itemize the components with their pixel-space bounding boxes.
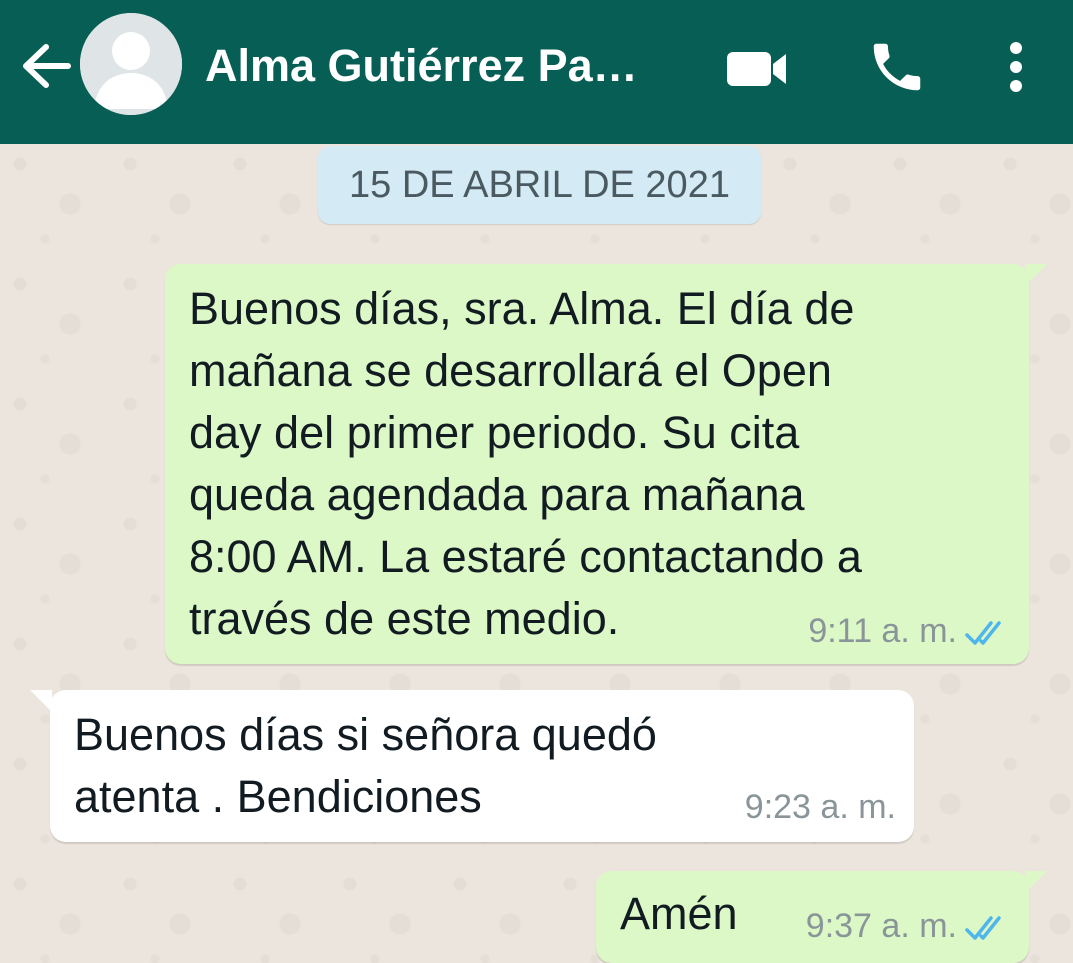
- video-camera-icon: [727, 52, 786, 86]
- message-line: través de este medio.: [189, 593, 620, 644]
- date-separator: 15 DE ABRIL DE 2021: [318, 146, 761, 224]
- read-double-check-icon: [965, 621, 1001, 645]
- bubble-tail: [1025, 871, 1047, 893]
- bubble-tail: [1025, 264, 1047, 286]
- message-bubble-incoming[interactable]: Buenos días si señora quedó atenta . Ben…: [30, 690, 914, 842]
- voice-call-button[interactable]: [866, 36, 928, 98]
- back-button[interactable]: [18, 36, 74, 96]
- message-meta: 9:11 a. m.: [808, 612, 1011, 651]
- message-time: 9:11 a. m.: [808, 612, 957, 650]
- message-text: Buenos días, sra. Alma. El día de mañana…: [189, 278, 862, 650]
- message-line: mañana se desarrollará el Open: [189, 345, 832, 396]
- message-line: queda agendada para mañana: [189, 469, 805, 520]
- read-double-check-icon: [965, 916, 1001, 940]
- message-line: atenta . Bendiciones: [74, 771, 482, 822]
- message-line: Buenos días, sra. Alma. El día de: [189, 283, 855, 334]
- message-time: 9:23 a. m.: [744, 788, 896, 826]
- message-line: Amén: [620, 888, 738, 939]
- message-bubble-outgoing[interactable]: Amén 9:37 a. m.: [596, 871, 1047, 963]
- video-call-button[interactable]: [722, 40, 790, 96]
- contact-name[interactable]: Alma Gutiérrez Pa…: [205, 38, 675, 94]
- more-options-button[interactable]: [996, 36, 1036, 98]
- message-text: Buenos días si señora quedó atenta . Ben…: [74, 704, 657, 828]
- chat-header: Alma Gutiérrez Pa…: [0, 0, 1073, 144]
- arrow-left-icon: [23, 44, 71, 88]
- message-bubble-outgoing[interactable]: Buenos días, sra. Alma. El día de mañana…: [165, 264, 1047, 664]
- bubble-tail: [30, 690, 52, 712]
- message-line: day del primer periodo. Su cita: [189, 407, 800, 458]
- phone-icon: [873, 43, 921, 91]
- default-avatar-icon: [80, 13, 182, 115]
- message-time: 9:37 a. m.: [805, 907, 957, 945]
- message-line: 8:00 AM. La estaré contactando a: [189, 531, 862, 582]
- message-line: Buenos días si señora quedó: [74, 709, 657, 760]
- message-meta: 9:37 a. m.: [806, 907, 1011, 946]
- more-vertical-icon: [1010, 42, 1022, 92]
- contact-avatar[interactable]: [80, 13, 182, 115]
